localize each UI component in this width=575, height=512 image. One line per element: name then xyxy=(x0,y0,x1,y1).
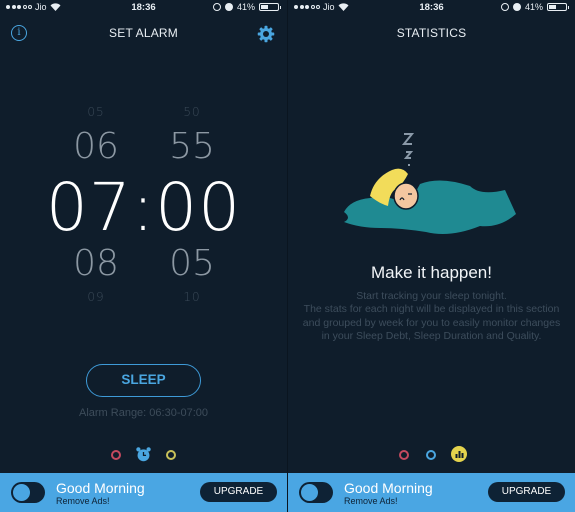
upgrade-button[interactable]: UPGRADE xyxy=(200,482,277,502)
page-dot-statistics[interactable] xyxy=(166,450,176,460)
gear-icon[interactable] xyxy=(257,25,275,43)
selected-time[interactable]: 07:00 xyxy=(0,168,287,248)
sleeping-person-illustration xyxy=(344,133,516,234)
page-dot-journal[interactable] xyxy=(111,450,121,460)
ad-subtitle: Remove Ads! xyxy=(344,496,398,506)
hour-option[interactable]: 09 xyxy=(56,290,136,304)
alarm-clock-icon[interactable] xyxy=(135,446,152,463)
battery-percent: 41% xyxy=(524,2,543,12)
battery-percent: 41% xyxy=(236,2,255,12)
ad-title: Good Morning xyxy=(56,480,145,496)
bar-chart-icon[interactable] xyxy=(451,446,467,462)
face xyxy=(393,182,419,210)
sleep-button[interactable]: SLEEP xyxy=(86,364,201,397)
page-title: SET ALARM xyxy=(109,26,178,40)
ad-banner[interactable]: Good Morning Remove Ads! UPGRADE xyxy=(288,473,575,512)
app-logo-toggle xyxy=(11,482,45,503)
status-bar: Jio 18:36 41% xyxy=(0,0,287,16)
alarm-range-label: Alarm Range: 06:30-07:00 xyxy=(78,407,209,419)
battery-icon xyxy=(547,3,569,11)
status-bar: Jio 18:36 41% xyxy=(288,0,575,16)
alarm-status-icon xyxy=(224,3,233,11)
minute-option[interactable]: 55 xyxy=(152,126,232,167)
alarm-status-icon xyxy=(512,3,521,11)
hour-option[interactable]: 05 xyxy=(56,105,136,119)
page-indicator xyxy=(288,446,575,464)
set-alarm-screen: Jio 18:36 41% i SET ALARM 05 50 06 55 07… xyxy=(0,0,287,512)
page-title: STATISTICS xyxy=(396,26,467,40)
blanket xyxy=(344,180,516,234)
orientation-lock-icon xyxy=(500,3,509,11)
zzz-icon xyxy=(401,133,415,166)
hour-option[interactable]: 08 xyxy=(56,243,136,284)
hour-option[interactable]: 06 xyxy=(56,126,136,167)
minute-option[interactable]: 50 xyxy=(152,105,232,119)
app-logo-toggle xyxy=(299,482,333,503)
orientation-lock-icon xyxy=(212,3,221,11)
minute-option[interactable]: 05 xyxy=(152,243,232,284)
empty-state-description: Start tracking your sleep tonight. The s… xyxy=(302,290,561,342)
ad-banner[interactable]: Good Morning Remove Ads! UPGRADE xyxy=(0,473,287,512)
minute-option[interactable]: 10 xyxy=(152,290,232,304)
page-indicator xyxy=(0,446,287,464)
page-dot-alarm[interactable] xyxy=(426,450,436,460)
page-dot-journal[interactable] xyxy=(399,450,409,460)
statistics-screen: Jio 18:36 41% STATISTICS Make it happen!… xyxy=(288,0,575,512)
ad-subtitle: Remove Ads! xyxy=(56,496,110,506)
upgrade-button[interactable]: UPGRADE xyxy=(488,482,565,502)
ad-title: Good Morning xyxy=(344,480,433,496)
battery-icon xyxy=(259,3,281,11)
empty-state-heading: Make it happen! xyxy=(371,263,492,282)
